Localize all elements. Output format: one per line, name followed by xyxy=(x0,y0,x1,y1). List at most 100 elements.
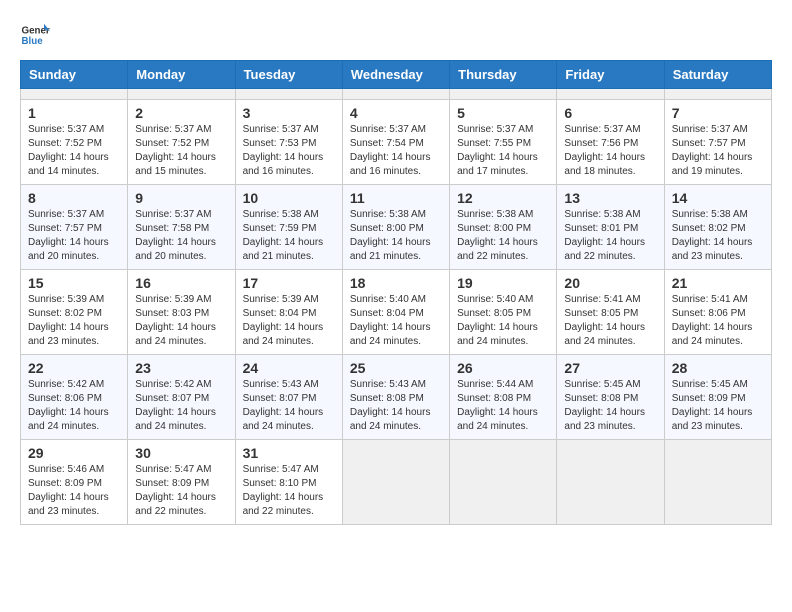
header-friday: Friday xyxy=(557,61,664,89)
calendar-cell: 14 Sunrise: 5:38 AMSunset: 8:02 PMDayligh… xyxy=(664,185,771,270)
day-detail: Sunrise: 5:38 AMSunset: 7:59 PMDaylight:… xyxy=(243,208,335,264)
calendar-cell: 30 Sunrise: 5:47 AMSunset: 8:09 PMDayligh… xyxy=(128,440,235,525)
calendar-table: SundayMondayTuesdayWednesdayThursdayFrid… xyxy=(20,60,772,525)
calendar-cell: 9 Sunrise: 5:37 AMSunset: 7:58 PMDaylight… xyxy=(128,185,235,270)
day-number: 16 xyxy=(135,275,227,291)
day-number: 3 xyxy=(243,105,335,121)
calendar-cell xyxy=(664,89,771,100)
day-number: 30 xyxy=(135,445,227,461)
day-detail: Sunrise: 5:40 AMSunset: 8:05 PMDaylight:… xyxy=(457,293,549,349)
day-detail: Sunrise: 5:37 AMSunset: 7:58 PMDaylight:… xyxy=(135,208,227,264)
calendar-cell: 11Sunrise: 5:38 AMSunset: 8:00 PMDayligh… xyxy=(342,185,449,270)
calendar-week-0 xyxy=(21,89,772,100)
calendar-cell: 12 Sunrise: 5:38 AMSunset: 8:00 PMDayligh… xyxy=(450,185,557,270)
day-detail: Sunrise: 5:39 AMSunset: 8:03 PMDaylight:… xyxy=(135,293,227,349)
day-detail: Sunrise: 5:40 AMSunset: 8:04 PMDaylight:… xyxy=(350,293,442,349)
calendar-cell xyxy=(342,89,449,100)
day-number: 19 xyxy=(457,275,549,291)
calendar-cell xyxy=(21,89,128,100)
calendar-cell xyxy=(557,440,664,525)
day-number: 29 xyxy=(28,445,120,461)
calendar-cell: 25 Sunrise: 5:43 AMSunset: 8:08 PMDayligh… xyxy=(342,355,449,440)
calendar-cell: 17 Sunrise: 5:39 AMSunset: 8:04 PMDayligh… xyxy=(235,270,342,355)
header: General Blue xyxy=(20,20,772,50)
day-detail: Sunrise: 5:43 AMSunset: 8:08 PMDaylight:… xyxy=(350,378,442,434)
day-number: 10 xyxy=(243,190,335,206)
calendar-cell: 6 Sunrise: 5:37 AMSunset: 7:56 PMDaylight… xyxy=(557,100,664,185)
calendar-cell xyxy=(235,89,342,100)
day-number: 4 xyxy=(350,105,442,121)
header-tuesday: Tuesday xyxy=(235,61,342,89)
day-number: 24 xyxy=(243,360,335,376)
day-detail: Sunrise: 5:43 AMSunset: 8:07 PMDaylight:… xyxy=(243,378,335,434)
header-monday: Monday xyxy=(128,61,235,89)
calendar-cell: 28 Sunrise: 5:45 AMSunset: 8:09 PMDayligh… xyxy=(664,355,771,440)
day-number: 18 xyxy=(350,275,442,291)
day-number: 31 xyxy=(243,445,335,461)
header-saturday: Saturday xyxy=(664,61,771,89)
calendar-cell: 15Sunrise: 5:39 AMSunset: 8:02 PMDayligh… xyxy=(21,270,128,355)
day-number: 28 xyxy=(672,360,764,376)
calendar-cell xyxy=(450,440,557,525)
calendar-cell: 3Sunrise: 5:37 AMSunset: 7:53 PMDaylight… xyxy=(235,100,342,185)
day-number: 22 xyxy=(28,360,120,376)
day-detail: Sunrise: 5:38 AMSunset: 8:01 PMDaylight:… xyxy=(564,208,656,264)
day-detail: Sunrise: 5:41 AMSunset: 8:05 PMDaylight:… xyxy=(564,293,656,349)
calendar-header: SundayMondayTuesdayWednesdayThursdayFrid… xyxy=(21,61,772,89)
day-detail: Sunrise: 5:47 AMSunset: 8:10 PMDaylight:… xyxy=(243,463,335,519)
header-wednesday: Wednesday xyxy=(342,61,449,89)
calendar-cell: 20Sunrise: 5:41 AMSunset: 8:05 PMDayligh… xyxy=(557,270,664,355)
day-number: 6 xyxy=(564,105,656,121)
calendar-cell: 26 Sunrise: 5:44 AMSunset: 8:08 PMDayligh… xyxy=(450,355,557,440)
day-detail: Sunrise: 5:45 AMSunset: 8:09 PMDaylight:… xyxy=(672,378,764,434)
calendar-cell: 27 Sunrise: 5:45 AMSunset: 8:08 PMDayligh… xyxy=(557,355,664,440)
day-detail: Sunrise: 5:37 AMSunset: 7:57 PMDaylight:… xyxy=(672,123,764,179)
calendar-body: 1Sunrise: 5:37 AMSunset: 7:52 PMDaylight… xyxy=(21,89,772,525)
calendar-cell: 7Sunrise: 5:37 AMSunset: 7:57 PMDaylight… xyxy=(664,100,771,185)
calendar-cell: 31 Sunrise: 5:47 AMSunset: 8:10 PMDayligh… xyxy=(235,440,342,525)
calendar-cell: 8 Sunrise: 5:37 AMSunset: 7:57 PMDaylight… xyxy=(21,185,128,270)
day-detail: Sunrise: 5:38 AMSunset: 8:02 PMDaylight:… xyxy=(672,208,764,264)
calendar-cell: 22 Sunrise: 5:42 AMSunset: 8:06 PMDayligh… xyxy=(21,355,128,440)
calendar-cell: 13 Sunrise: 5:38 AMSunset: 8:01 PMDayligh… xyxy=(557,185,664,270)
day-detail: Sunrise: 5:37 AMSunset: 7:54 PMDaylight:… xyxy=(350,123,442,179)
calendar-cell: 18 Sunrise: 5:40 AMSunset: 8:04 PMDayligh… xyxy=(342,270,449,355)
day-detail: Sunrise: 5:38 AMSunset: 8:00 PMDaylight:… xyxy=(457,208,549,264)
day-number: 14 xyxy=(672,190,764,206)
calendar-cell: 5Sunrise: 5:37 AMSunset: 7:55 PMDaylight… xyxy=(450,100,557,185)
day-detail: Sunrise: 5:42 AMSunset: 8:06 PMDaylight:… xyxy=(28,378,120,434)
day-detail: Sunrise: 5:45 AMSunset: 8:08 PMDaylight:… xyxy=(564,378,656,434)
header-thursday: Thursday xyxy=(450,61,557,89)
calendar-week-3: 15Sunrise: 5:39 AMSunset: 8:02 PMDayligh… xyxy=(21,270,772,355)
day-detail: Sunrise: 5:39 AMSunset: 8:04 PMDaylight:… xyxy=(243,293,335,349)
day-number: 5 xyxy=(457,105,549,121)
day-detail: Sunrise: 5:42 AMSunset: 8:07 PMDaylight:… xyxy=(135,378,227,434)
day-number: 9 xyxy=(135,190,227,206)
calendar-week-1: 1Sunrise: 5:37 AMSunset: 7:52 PMDaylight… xyxy=(21,100,772,185)
day-number: 21 xyxy=(672,275,764,291)
calendar-cell: 21 Sunrise: 5:41 AMSunset: 8:06 PMDayligh… xyxy=(664,270,771,355)
calendar-week-5: 29Sunrise: 5:46 AMSunset: 8:09 PMDayligh… xyxy=(21,440,772,525)
day-number: 23 xyxy=(135,360,227,376)
calendar-cell xyxy=(664,440,771,525)
day-number: 26 xyxy=(457,360,549,376)
svg-text:Blue: Blue xyxy=(22,36,44,47)
day-number: 17 xyxy=(243,275,335,291)
calendar-cell xyxy=(128,89,235,100)
calendar-cell: 24 Sunrise: 5:43 AMSunset: 8:07 PMDayligh… xyxy=(235,355,342,440)
day-detail: Sunrise: 5:37 AMSunset: 7:57 PMDaylight:… xyxy=(28,208,120,264)
day-number: 8 xyxy=(28,190,120,206)
day-number: 27 xyxy=(564,360,656,376)
day-detail: Sunrise: 5:37 AMSunset: 7:52 PMDaylight:… xyxy=(135,123,227,179)
day-detail: Sunrise: 5:38 AMSunset: 8:00 PMDaylight:… xyxy=(350,208,442,264)
day-detail: Sunrise: 5:41 AMSunset: 8:06 PMDaylight:… xyxy=(672,293,764,349)
day-number: 12 xyxy=(457,190,549,206)
day-number: 25 xyxy=(350,360,442,376)
calendar-week-4: 22 Sunrise: 5:42 AMSunset: 8:06 PMDayligh… xyxy=(21,355,772,440)
day-detail: Sunrise: 5:47 AMSunset: 8:09 PMDaylight:… xyxy=(135,463,227,519)
day-detail: Sunrise: 5:44 AMSunset: 8:08 PMDaylight:… xyxy=(457,378,549,434)
day-number: 13 xyxy=(564,190,656,206)
calendar-cell: 16 Sunrise: 5:39 AMSunset: 8:03 PMDayligh… xyxy=(128,270,235,355)
day-detail: Sunrise: 5:39 AMSunset: 8:02 PMDaylight:… xyxy=(28,293,120,349)
day-detail: Sunrise: 5:37 AMSunset: 7:56 PMDaylight:… xyxy=(564,123,656,179)
